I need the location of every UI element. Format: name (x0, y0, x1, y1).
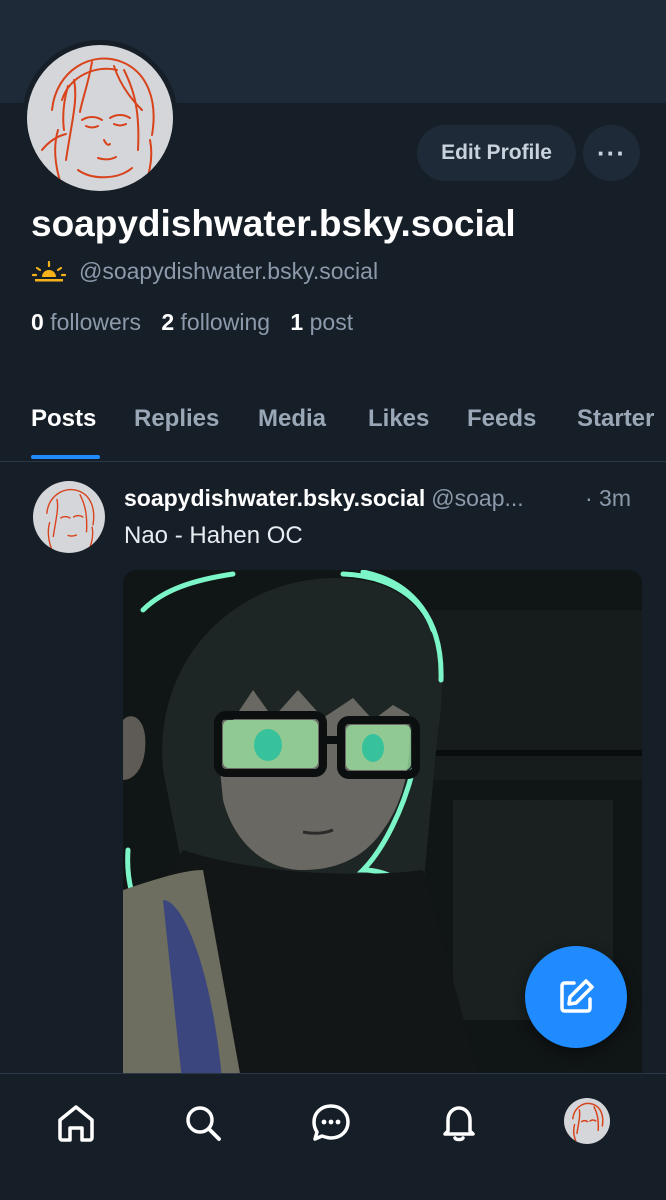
sketch-portrait-avatar (33, 481, 105, 553)
post-author-avatar[interactable] (33, 481, 105, 553)
following-count: 2 (161, 309, 175, 335)
post-header: soapydishwater.bsky.social @soap... (124, 485, 524, 512)
profile-tabs: Posts Replies Media Likes Feeds Starter (0, 395, 666, 462)
edit-profile-button[interactable]: Edit Profile (417, 125, 576, 181)
bottom-nav (0, 1073, 666, 1200)
posts-label: post (309, 309, 354, 335)
post-author-handle[interactable]: @soap... (431, 485, 523, 511)
sketch-portrait-avatar (22, 40, 178, 196)
compose-post-button[interactable] (525, 946, 627, 1048)
tab-feeds[interactable]: Feeds (467, 405, 536, 433)
edit-profile-label: Edit Profile (441, 141, 552, 164)
nav-chat[interactable] (306, 1098, 356, 1148)
nav-profile-avatar[interactable] (564, 1098, 610, 1144)
nav-notifications[interactable] (434, 1098, 484, 1148)
profile-page: Edit Profile ··· soapydishwater.bsky.soc… (0, 0, 666, 1200)
followers-count: 0 (31, 309, 44, 335)
post-text: Nao - Hahen OC (124, 522, 303, 549)
home-icon (58, 1105, 94, 1142)
posts-stat: 1 post (290, 309, 367, 335)
posts-count: 1 (290, 309, 304, 335)
profile-avatar (564, 1098, 610, 1144)
tab-likes[interactable]: Likes (368, 405, 429, 433)
sunrise-icon (31, 260, 67, 284)
tab-starter[interactable]: Starter (577, 405, 654, 433)
tab-replies[interactable]: Replies (134, 405, 219, 433)
profile-stats: 0 followers 2 following 1 post (31, 309, 367, 336)
ellipsis-icon: ··· (597, 137, 626, 168)
bell-icon (443, 1106, 475, 1142)
followers-label: followers (50, 309, 141, 335)
followers-stat[interactable]: 0 followers (31, 309, 155, 335)
profile-display-name: soapydishwater.bsky.social (31, 203, 516, 244)
profile-avatar[interactable] (22, 40, 178, 196)
chat-icon (312, 1104, 350, 1141)
active-tab-indicator (31, 455, 100, 459)
handle-row: @soapydishwater.bsky.social (31, 258, 378, 285)
compose-icon (560, 979, 594, 1013)
more-options-button[interactable]: ··· (583, 125, 640, 181)
post-author-name[interactable]: soapydishwater.bsky.social (124, 485, 425, 511)
nav-search[interactable] (178, 1098, 228, 1148)
following-stat[interactable]: 2 following (161, 309, 284, 335)
following-label: following (180, 309, 271, 335)
profile-handle: @soapydishwater.bsky.social (79, 258, 379, 284)
search-icon (186, 1106, 221, 1141)
nav-home[interactable] (51, 1098, 101, 1148)
post-timestamp[interactable]: · 3m (585, 485, 631, 512)
tab-posts[interactable]: Posts (31, 405, 96, 433)
tab-media[interactable]: Media (258, 405, 326, 433)
